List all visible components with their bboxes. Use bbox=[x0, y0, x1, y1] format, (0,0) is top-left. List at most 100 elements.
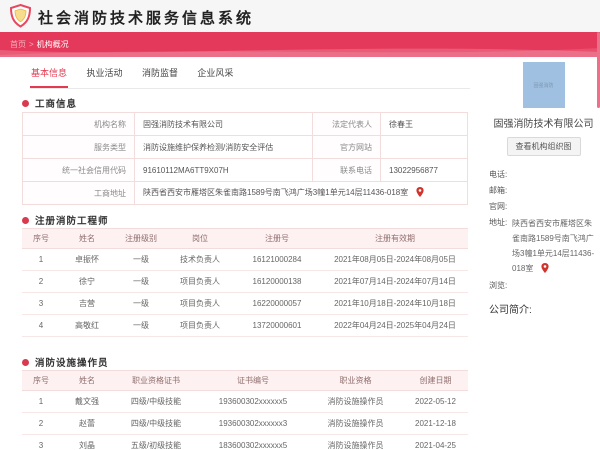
table-cell: 高敬红 bbox=[60, 314, 114, 337]
org-address-value: 陕西省西安市雁塔区朱雀南路1589号南飞鸿广场3幢1单元14层11436-018… bbox=[512, 215, 598, 278]
shield-icon bbox=[9, 3, 32, 28]
app-title: 社会消防技术服务信息系统 bbox=[38, 10, 255, 27]
field-label: 联系电话 bbox=[312, 158, 381, 182]
engineers-table: 序号 姓名 注册级别 岗位 注册号 注册有效期 1 卓振怀 一级 技术负责人 1612100028… bbox=[22, 228, 468, 337]
section-registered-engineers: 注册消防工程师 bbox=[22, 213, 109, 227]
table-cell: 四级/中级技能 bbox=[114, 412, 198, 435]
table-cell: 2021-04-25 bbox=[403, 434, 468, 450]
table-row: 机构名称 固强消防技术有限公司 法定代表人 徐春王 bbox=[22, 112, 468, 136]
table-cell: 3 bbox=[22, 434, 60, 450]
table-cell: 193600302xxxxxx5 bbox=[198, 390, 308, 413]
section-bullet-icon bbox=[22, 99, 29, 107]
column-header: 序号 bbox=[22, 370, 60, 391]
table-row: 服务类型 消防设施维护保养检测/消防安全评估 官方网站 bbox=[22, 135, 468, 159]
table-cell: 2021年10月18日-2024年10月18日 bbox=[322, 292, 468, 315]
table-cell: 一级 bbox=[114, 314, 168, 337]
tab-fire-supervision[interactable]: 消防监督 bbox=[141, 64, 179, 86]
table-cell: 项目负责人 bbox=[168, 270, 232, 293]
table-row: 4 高敬红 一级 项目负责人 13720000601 2022年04月24日-2025年0… bbox=[22, 314, 468, 337]
table-cell: 技术负责人 bbox=[168, 248, 232, 271]
field-views: 浏览: bbox=[489, 278, 598, 294]
table-cell: 四级/中级技能 bbox=[114, 390, 198, 413]
operators-table: 序号 姓名 职业资格证书 证书编号 职业资格 创建日期 1 戴文强 四级/中级技能 193600… bbox=[22, 370, 468, 450]
table-cell: 4 bbox=[22, 314, 60, 337]
table-cell: 项目负责人 bbox=[168, 314, 232, 337]
org-name: 固强消防技术有限公司 bbox=[493, 119, 594, 130]
table-cell: 2022-05-12 bbox=[403, 390, 468, 413]
table-row: 1 卓振怀 一级 技术负责人 16121000284 2021年08月05日-2024年0… bbox=[22, 248, 468, 271]
business-info-table: 机构名称 固强消防技术有限公司 法定代表人 徐春王 服务类型 消防设施维护保养检… bbox=[22, 112, 468, 205]
table-cell: 戴文强 bbox=[60, 390, 114, 413]
section-bullet-icon bbox=[22, 216, 29, 224]
column-header: 序号 bbox=[22, 228, 60, 249]
table-row: 3 吉营 一级 项目负责人 16220000057 2021年10月18日-2024年10… bbox=[22, 292, 468, 315]
app-header: 社会消防技术服务信息系统 bbox=[0, 0, 600, 32]
field-label: 法定代表人 bbox=[312, 112, 381, 136]
field-email: 邮箱: bbox=[489, 183, 598, 199]
table-cell: 一级 bbox=[114, 292, 168, 315]
field-label: 电话: bbox=[489, 170, 508, 179]
location-pin-icon[interactable] bbox=[540, 263, 549, 278]
field-label: 浏览: bbox=[489, 281, 508, 290]
section-facility-operators: 消防设施操作员 bbox=[22, 355, 109, 369]
tab-basic-info[interactable]: 基本信息 bbox=[30, 64, 69, 88]
table-cell: 193600302xxxxxx3 bbox=[198, 412, 308, 435]
table-cell: 2022年04月24日-2025年04月24日 bbox=[322, 314, 468, 337]
column-header: 注册号 bbox=[232, 228, 322, 249]
credit-code-value: 91610112MA6TT9X07H bbox=[134, 158, 313, 182]
table-cell: 卓振怀 bbox=[60, 248, 114, 271]
view-org-chart-button[interactable]: 查看机构组织图 bbox=[506, 137, 581, 156]
field-address: 地址: 陕西省西安市雁塔区朱雀南路1589号南飞鸿广场3幢1单元14层11436… bbox=[489, 215, 598, 278]
table-cell: 183600302xxxxxx5 bbox=[198, 434, 308, 450]
table-row: 统一社会信用代码 91610112MA6TT9X07H 联系电话 1302295… bbox=[22, 158, 468, 182]
table-cell: 2021年08月05日-2024年08月05日 bbox=[322, 248, 468, 271]
column-header: 职业资格证书 bbox=[114, 370, 198, 391]
business-address-cell: 陕西省西安市雁塔区朱雀南路1589号南飞鸿广场3幢1单元14层11436-018… bbox=[134, 181, 468, 205]
org-name-value: 固强消防技术有限公司 bbox=[134, 112, 313, 136]
field-label: 工商地址 bbox=[22, 181, 135, 205]
tab-practice-activity[interactable]: 执业活动 bbox=[85, 64, 123, 86]
field-website: 官网: bbox=[489, 199, 598, 215]
column-header: 证书编号 bbox=[198, 370, 308, 391]
table-cell: 徐宁 bbox=[60, 270, 114, 293]
location-pin-icon[interactable] bbox=[415, 187, 424, 199]
table-cell: 消防设施操作员 bbox=[308, 412, 403, 435]
column-header: 姓名 bbox=[60, 228, 114, 249]
table-header-row: 序号 姓名 注册级别 岗位 注册号 注册有效期 bbox=[22, 228, 468, 249]
table-row: 1 戴文强 四级/中级技能 193600302xxxxxx5 消防设施操作员 2022-0… bbox=[22, 390, 468, 413]
table-cell: 五级/初级技能 bbox=[114, 434, 198, 450]
table-cell: 1 bbox=[22, 248, 60, 271]
section-business-info: 工商信息 bbox=[22, 96, 77, 110]
table-cell: 一级 bbox=[114, 248, 168, 271]
table-cell: 13720000601 bbox=[232, 314, 322, 337]
column-header: 姓名 bbox=[60, 370, 114, 391]
business-address-value: 陕西省西安市雁塔区朱雀南路1589号南飞鸿广场3幢1单元14层11436-018… bbox=[143, 188, 409, 197]
table-row: 工商地址 陕西省西安市雁塔区朱雀南路1589号南飞鸿广场3幢1单元14层1143… bbox=[22, 181, 468, 205]
field-label: 服务类型 bbox=[22, 135, 135, 159]
table-cell: 刘晶 bbox=[60, 434, 114, 450]
tab-company-showcase[interactable]: 企业风采 bbox=[196, 64, 234, 86]
field-label: 地址: bbox=[489, 218, 508, 227]
table-cell: 2021年07月14日-2024年07月14日 bbox=[322, 270, 468, 293]
phone-value: 13022956877 bbox=[380, 158, 468, 182]
section-title: 工商信息 bbox=[35, 99, 78, 110]
field-label: 官方网站 bbox=[312, 135, 381, 159]
field-phone: 电话: bbox=[489, 167, 598, 183]
column-header: 注册级别 bbox=[114, 228, 168, 249]
table-cell: 16120000138 bbox=[232, 270, 322, 293]
field-label: 邮箱: bbox=[489, 186, 508, 195]
column-header: 注册有效期 bbox=[322, 228, 468, 249]
table-row: 2 徐宁 一级 项目负责人 16120000138 2021年07月14日-2024年07… bbox=[22, 270, 468, 293]
table-header-row: 序号 姓名 职业资格证书 证书编号 职业资格 创建日期 bbox=[22, 370, 468, 391]
section-title: 注册消防工程师 bbox=[35, 216, 109, 227]
table-cell: 项目负责人 bbox=[168, 292, 232, 315]
table-cell: 3 bbox=[22, 292, 60, 315]
org-logo-text: 固强消防 bbox=[533, 82, 554, 89]
breadcrumb-home-link[interactable]: 首页 bbox=[10, 40, 26, 49]
org-contact-fields: 电话: 邮箱: 官网: 地址: 陕西省西安市雁塔区朱雀南路1589号南飞鸿广场3… bbox=[489, 167, 598, 294]
tab-bar: 基本信息 执业活动 消防监督 企业风采 bbox=[30, 63, 470, 89]
column-header: 职业资格 bbox=[308, 370, 403, 391]
section-bullet-icon bbox=[22, 358, 29, 366]
company-profile-label: 公司简介: bbox=[489, 305, 532, 316]
page: 社会消防技术服务信息系统 首页 > 机构概况 基本信息 执业活动 消防监督 企业风采… bbox=[0, 0, 600, 450]
